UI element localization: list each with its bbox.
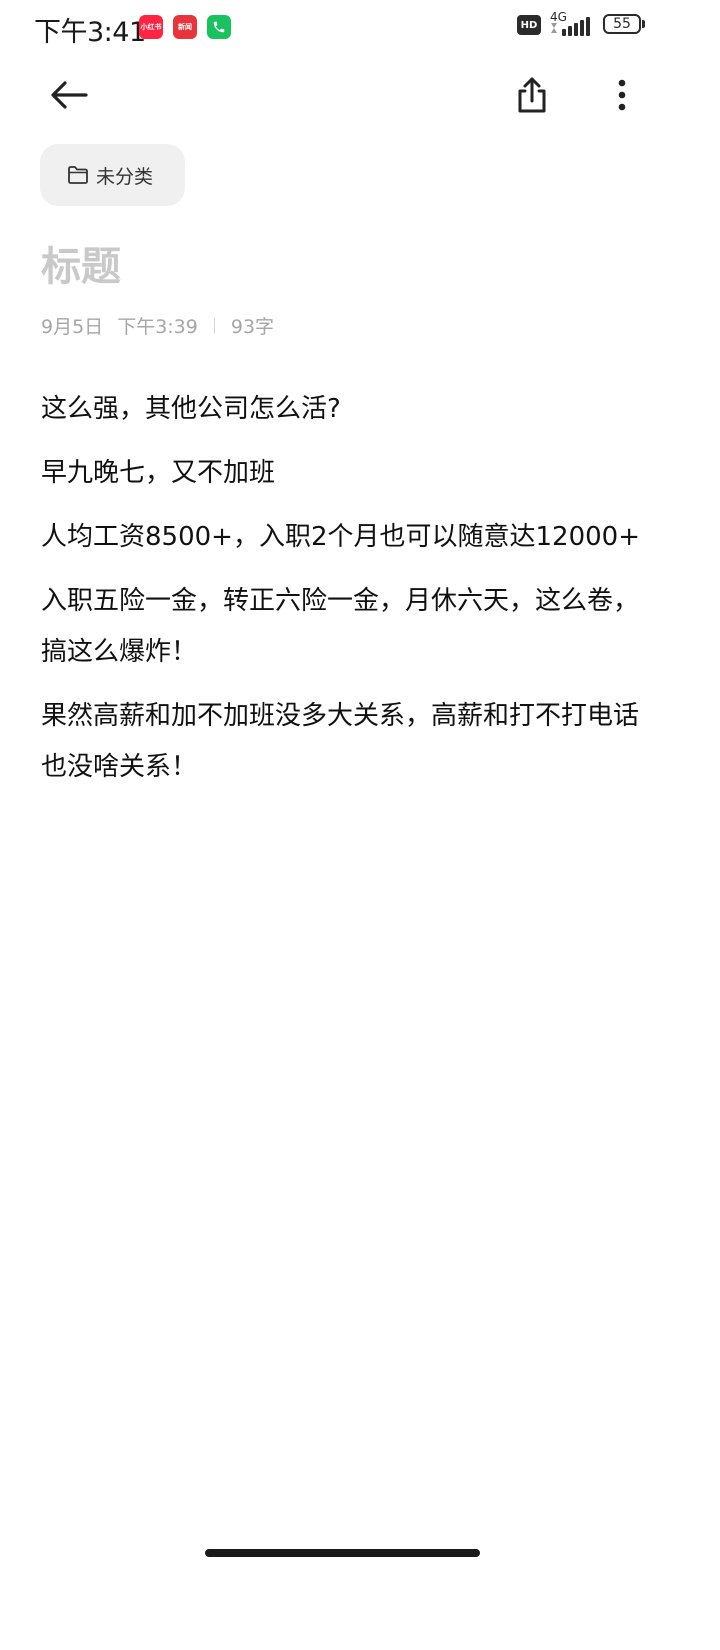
meta-divider	[213, 317, 215, 334]
signal-strength-icon	[551, 17, 590, 36]
back-button[interactable]	[40, 70, 98, 120]
note-body-editor[interactable]: 这么强，其他公司怎么活? 早九晚七，又不加班 人均工资8500+，入职2个月也可…	[41, 384, 641, 806]
category-folder-button[interactable]: 未分类	[40, 144, 185, 206]
note-paragraph: 早九晚七，又不加班	[41, 458, 276, 488]
home-indicator[interactable]	[205, 1549, 480, 1557]
share-icon	[518, 77, 546, 113]
category-label: 未分类	[96, 165, 154, 188]
phone-call-icon	[207, 15, 231, 39]
xiaohongshu-app-label: 小红书	[140, 23, 162, 31]
xiaohongshu-app-icon: 小红书	[139, 15, 163, 39]
hd-voice-badge: HD	[517, 15, 541, 35]
news-app-icon: 新闻	[173, 15, 197, 39]
note-date: 9月5日	[41, 316, 104, 338]
note-paragraph: 入职五险一金，转正六险一金，月休六天，这么卷，搞这么爆炸！	[41, 586, 640, 667]
note-paragraph: 果然高薪和加不加班没多大关系，高薪和打不打电话也没啥关系！	[41, 701, 640, 782]
note-word-count: 93字	[230, 316, 275, 338]
share-button[interactable]	[505, 68, 559, 122]
note-paragraph: 人均工资8500+，入职2个月也可以随意达12000+	[41, 522, 640, 552]
arrow-left-icon	[51, 81, 88, 109]
battery-indicator: 55	[603, 14, 641, 34]
status-time: 下午3:41	[34, 17, 146, 48]
note-title-input[interactable]: 标题	[41, 234, 121, 292]
status-bar: 下午3:41 小红书 新闻 HD 4G 55	[0, 0, 720, 56]
battery-cap	[642, 20, 645, 28]
more-vertical-icon	[618, 79, 626, 111]
note-paragraph: 这么强，其他公司怎么活?	[41, 394, 341, 424]
note-time: 下午3:39	[117, 316, 198, 338]
more-options-button[interactable]	[598, 68, 646, 122]
note-editor-screen: 下午3:41 小红书 新闻 HD 4G 55 未分类 标题 9月5日 下午3:3…	[0, 0, 720, 1650]
news-app-label: 新闻	[178, 23, 192, 31]
note-meta: 9月5日 下午3:39 93字	[41, 312, 274, 339]
folder-icon	[68, 166, 88, 184]
